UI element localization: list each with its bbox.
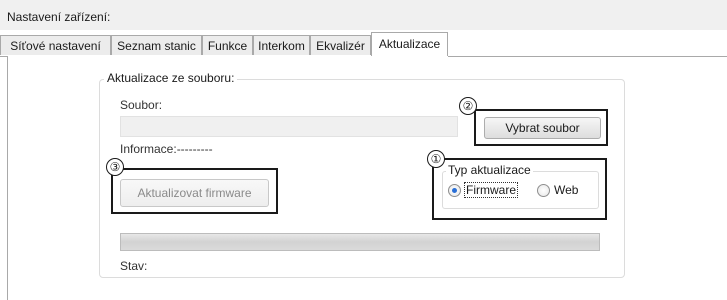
file-label: Soubor: bbox=[120, 98, 163, 112]
file-path-field[interactable] bbox=[120, 116, 458, 137]
tab-functions[interactable]: Funkce bbox=[202, 35, 253, 55]
info-label: Informace:--------- bbox=[120, 142, 213, 156]
status-label: Stav: bbox=[120, 259, 148, 273]
tab-intercom[interactable]: Interkom bbox=[253, 35, 310, 55]
update-group-title: Aktualizace ze souboru: bbox=[104, 71, 238, 85]
tab-station-list[interactable]: Seznam stanic bbox=[111, 35, 202, 55]
tab-network-settings[interactable]: Síťové nastavení bbox=[0, 35, 111, 55]
callout-frame-3 bbox=[111, 168, 278, 214]
callout-frame-2 bbox=[474, 109, 608, 146]
progress-bar bbox=[120, 233, 600, 251]
tab-update[interactable]: Aktualizace bbox=[371, 32, 448, 56]
callout-frame-1 bbox=[432, 158, 607, 220]
tab-equalizer[interactable]: Ekvalizér bbox=[310, 35, 371, 55]
callout-number-2: ② bbox=[459, 97, 477, 115]
callout-number-1: ① bbox=[427, 150, 445, 168]
callout-number-3: ③ bbox=[106, 158, 124, 176]
tab-divider bbox=[0, 56, 7, 57]
page-title: Nastavení zařízení: bbox=[7, 10, 111, 24]
